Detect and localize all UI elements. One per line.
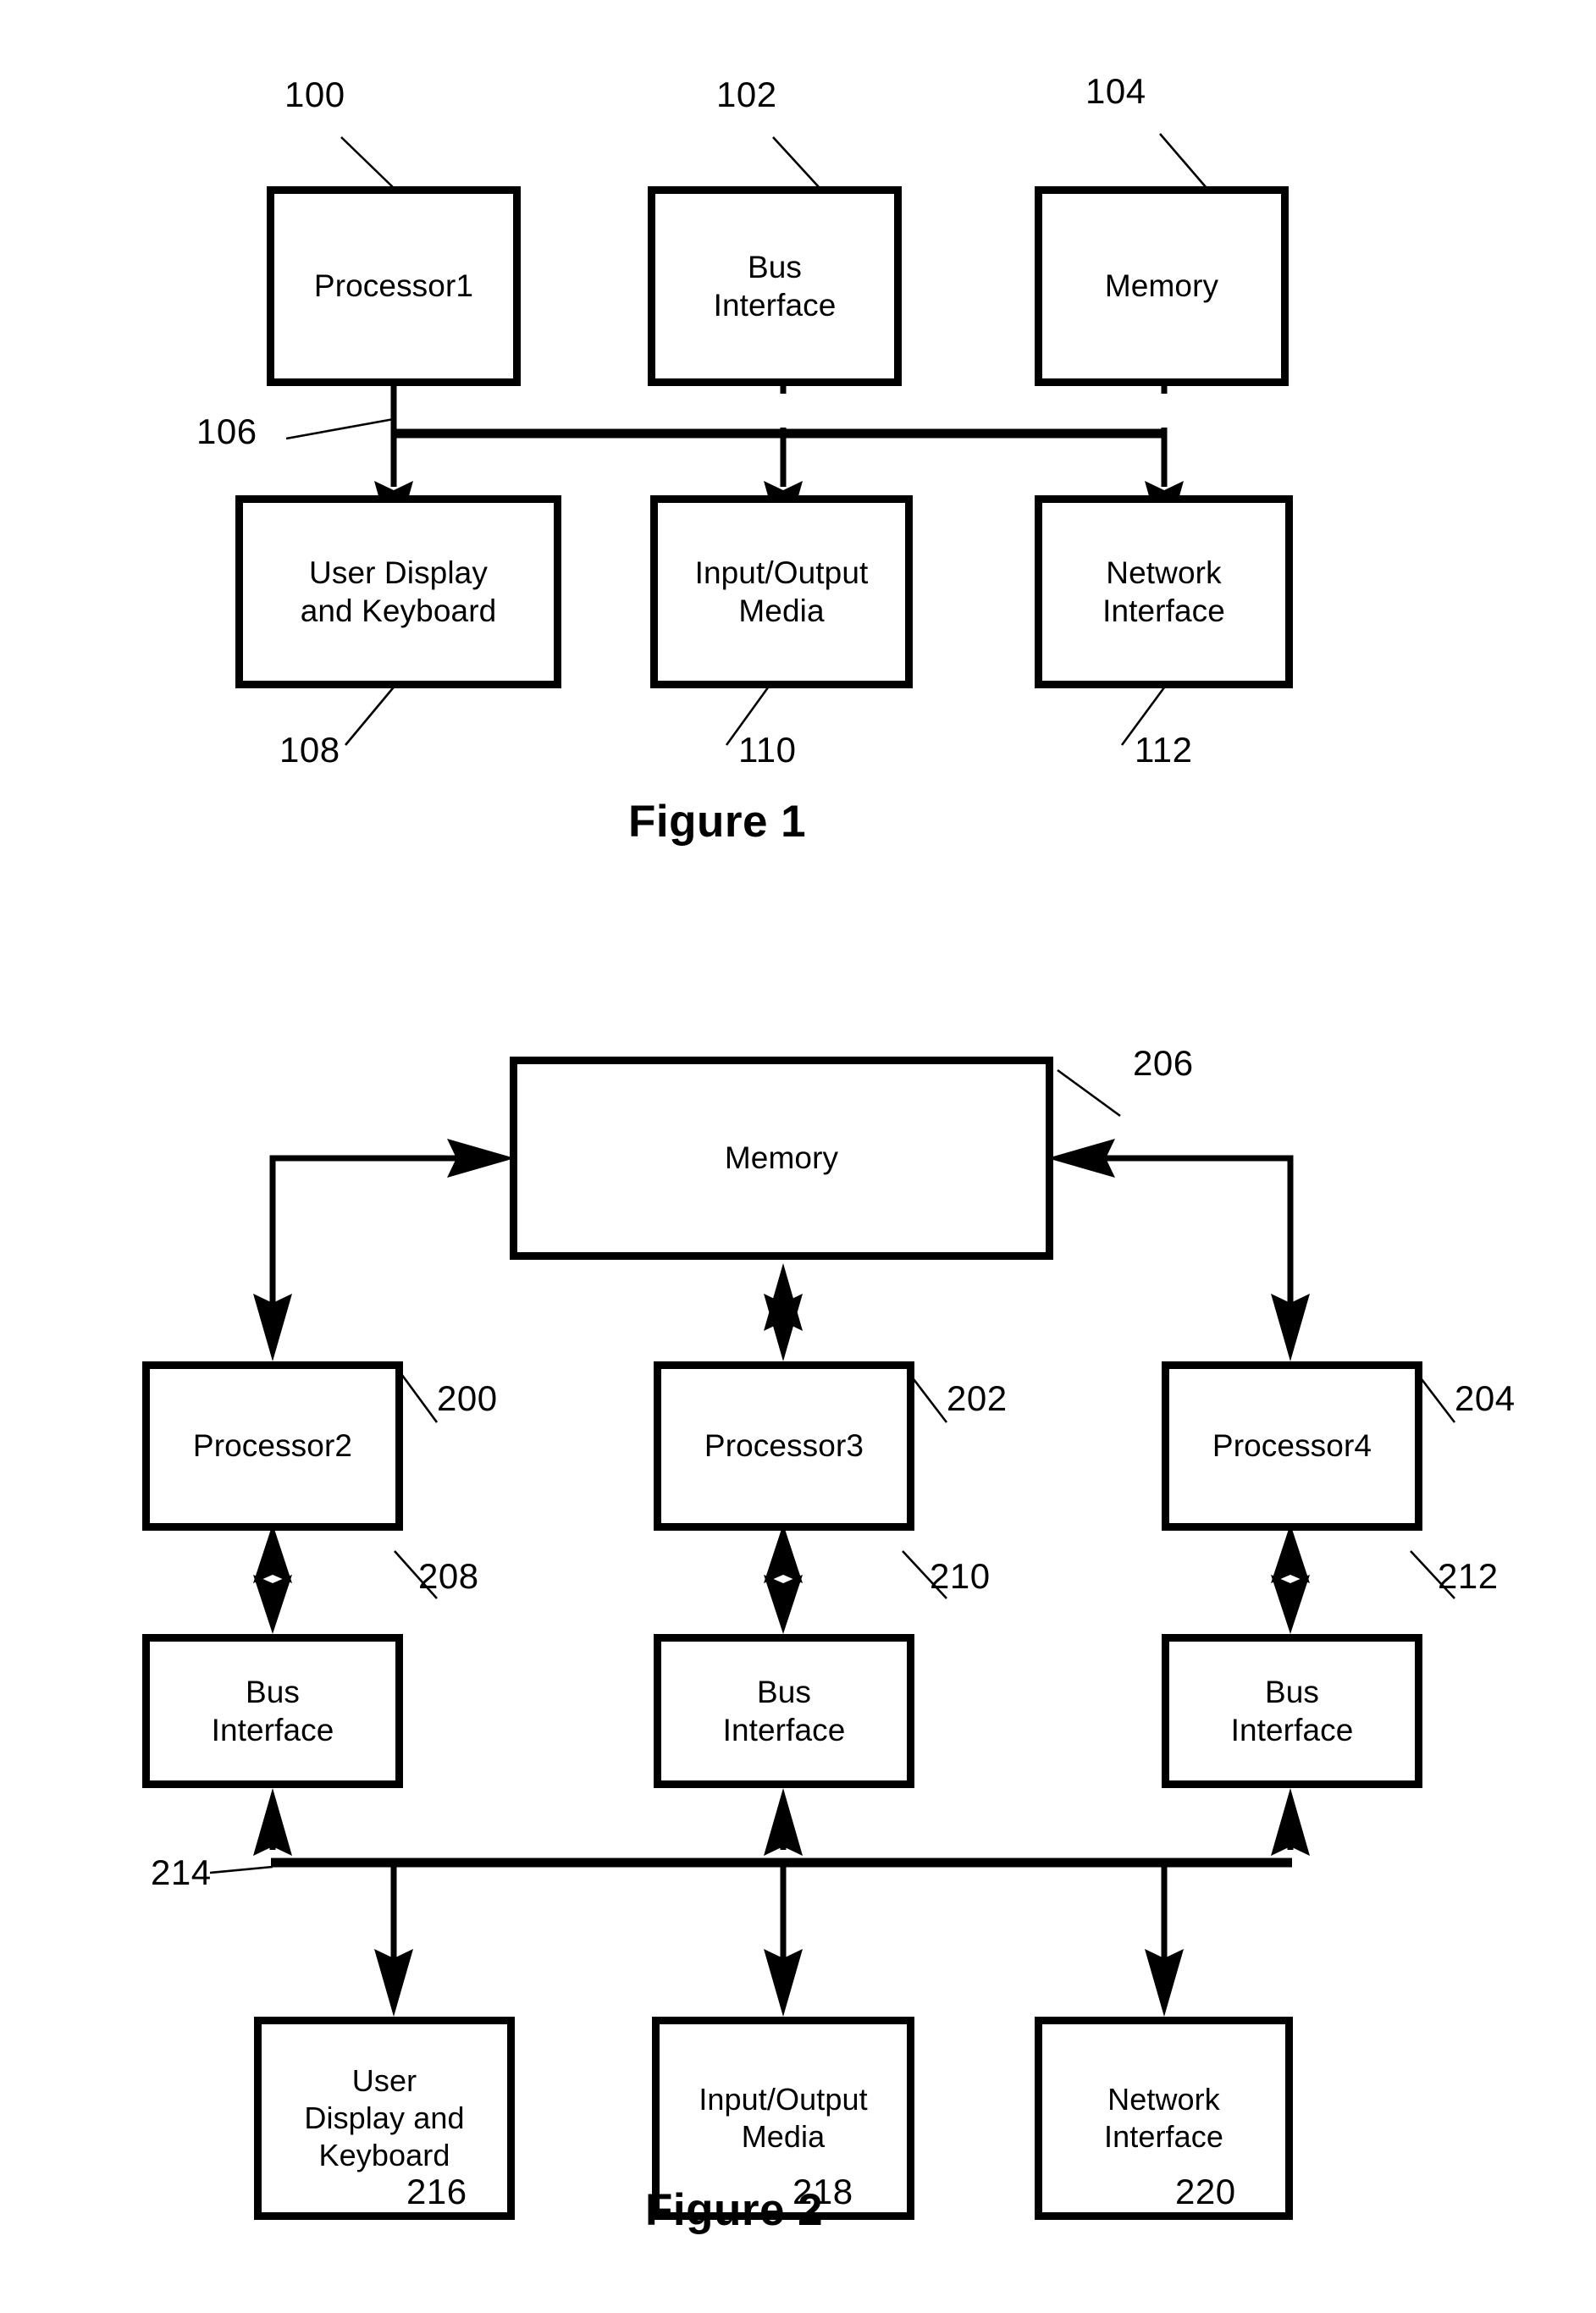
fig2-ref-200: 200 [437,1378,498,1418]
arrow-businterface1-bus [253,1788,292,1856]
fig2-caption: Figure 2 [645,2185,824,2235]
patent-drawing-sheet: Processor1 Bus Interface Memory User Dis… [0,0,1596,2313]
fig2-node-processor2[interactable]: Processor2 [142,1361,403,1531]
fig2-node-bus-interface-2-label: Bus Interface [722,1674,846,1747]
fig2-node-processor4[interactable]: Processor4 [1162,1361,1422,1531]
arrow-bus-iomedia [764,1863,803,2017]
fig2-node-processor4-label: Processor4 [1212,1428,1372,1464]
figure-2: Memory Processor2 Processor3 Processor4 … [0,0,1596,2313]
leader-206 [1057,1068,1121,1118]
fig2-node-user-display-label: User Display and Keyboard [304,2063,465,2172]
arrow-memory-processor2 [253,1139,515,1361]
fig2-node-bus-interface-1[interactable]: Bus Interface [142,1634,403,1788]
fig2-ref-206: 206 [1133,1043,1194,1083]
arrow-processor3-businterface2 [764,1524,803,1634]
fig2-node-bus-interface-2[interactable]: Bus Interface [654,1634,914,1788]
arrow-businterface2-bus [764,1788,803,1856]
fig2-ref-216: 216 [406,2172,467,2211]
fig2-node-processor2-label: Processor2 [192,1428,353,1464]
fig2-ref-204: 204 [1455,1378,1516,1418]
fig2-ref-210: 210 [930,1556,991,1596]
arrow-processor2-businterface1 [253,1524,292,1634]
fig2-ref-212: 212 [1438,1556,1499,1596]
fig2-node-memory-label: Memory [724,1140,839,1176]
fig2-node-io-media-label: Input/Output Media [699,2082,868,2154]
fig2-node-network-interface[interactable]: Network Interface [1035,2017,1293,2220]
fig2-node-processor3[interactable]: Processor3 [654,1361,914,1531]
fig2-node-memory[interactable]: Memory [510,1057,1053,1260]
fig2-node-bus-interface-3[interactable]: Bus Interface [1162,1634,1422,1788]
fig2-node-bus-interface-3-label: Bus Interface [1230,1674,1354,1747]
leader-214 [209,1865,273,1874]
arrow-memory-processor3 [764,1263,803,1361]
fig2-ref-208: 208 [418,1556,479,1596]
fig2-node-user-display[interactable]: User Display and Keyboard [254,2017,515,2220]
fig2-node-processor3-label: Processor3 [704,1428,864,1464]
fig2-ref-214: 214 [151,1852,212,1892]
arrow-bus-networkinterface [1145,1863,1184,2017]
fig2-ref-220: 220 [1175,2172,1236,2211]
arrow-processor4-businterface3 [1271,1524,1310,1634]
arrow-bus-userdisplay [374,1863,413,2017]
fig2-ref-202: 202 [947,1378,1008,1418]
fig2-node-bus-interface-1-label: Bus Interface [211,1674,334,1747]
arrow-businterface3-bus [1271,1788,1310,1856]
arrow-memory-processor4 [1047,1139,1310,1361]
fig2-node-network-interface-label: Network Interface [1104,2082,1223,2154]
